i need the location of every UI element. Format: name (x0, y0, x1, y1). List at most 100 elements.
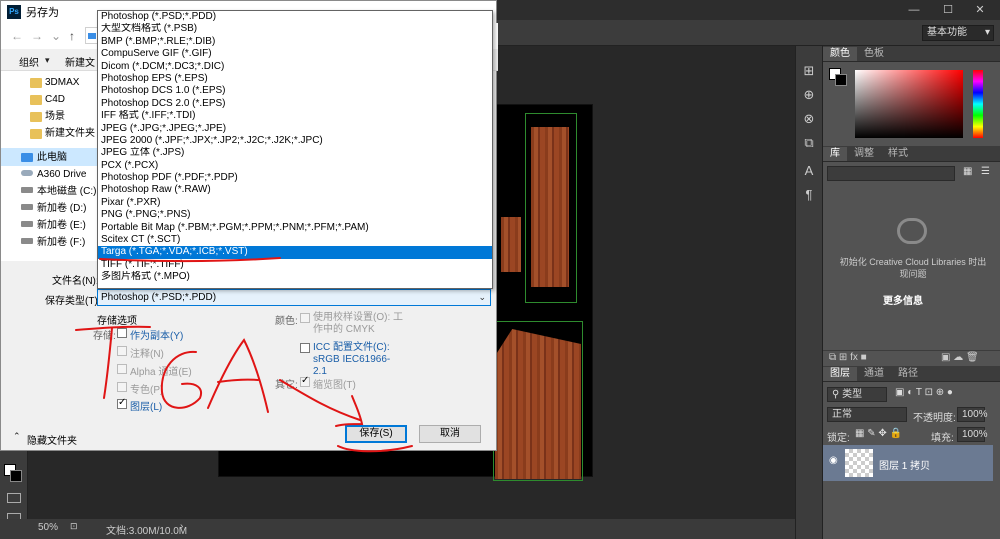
nav-item[interactable]: 新加卷 (D:) (37, 200, 86, 217)
library-upload-icon[interactable]: ▣ ☁ 🗑 (941, 352, 979, 363)
nav-item[interactable]: 3DMAX (45, 74, 79, 91)
new-folder-button[interactable]: 新建文 (65, 54, 95, 69)
minimize-icon[interactable]: — (898, 0, 930, 20)
nav-item[interactable]: 本地磁盘 (C:) (37, 183, 96, 200)
organize-menu[interactable]: 组织 (19, 54, 39, 69)
layer-filter-select[interactable]: ⚲ 类型 (827, 387, 887, 402)
nav-item[interactable]: 此电脑 (37, 149, 67, 166)
list-view-icon[interactable]: ☰ (981, 166, 990, 177)
filetype-option[interactable]: Portable Bit Map (*.PBM;*.PGM;*.PPM;*.PN… (98, 222, 492, 234)
blend-mode-select[interactable]: 正常 (827, 407, 907, 422)
up-arrow-icon[interactable]: ↑ (69, 29, 75, 43)
drive-icon (21, 204, 33, 210)
notes-checkbox[interactable] (117, 346, 127, 356)
filetype-option[interactable]: JPEG 2000 (*.JPF;*.JPX;*.JP2;*.J2C;*.J2K… (98, 135, 492, 147)
computer-icon (21, 153, 33, 162)
chevron-up-icon[interactable]: ⌃ (13, 431, 21, 442)
filetype-option[interactable]: TIFF (*.TIF;*.TIFF) (98, 259, 492, 271)
layers-label[interactable]: 图层(L) (130, 398, 162, 413)
filetype-option[interactable]: Photoshop DCS 2.0 (*.EPS) (98, 98, 492, 110)
brush-settings-icon[interactable]: ⊗ (800, 110, 818, 128)
library-select[interactable] (827, 166, 955, 181)
filetype-option[interactable]: Photoshop (*.PSD;*.PDD) (98, 11, 492, 23)
filetype-option[interactable]: CompuServe GIF (*.GIF) (98, 48, 492, 60)
chevron-down-icon[interactable]: ⌄ (51, 29, 61, 43)
icc-profile-label[interactable]: ICC 配置文件(C): sRGB IEC61966-2.1 (313, 342, 403, 378)
maximize-icon[interactable]: ☐ (932, 0, 964, 20)
nav-item[interactable]: 场景 (45, 108, 65, 125)
layers-panel: ⚲ 类型 ▣ ◐ T ⊡ ⊕ ● 正常 不透明度: 100% 锁定: ▦ ✎ ✥… (823, 383, 1000, 539)
status-arrow-icon[interactable]: › (180, 521, 183, 532)
close-icon[interactable]: ✕ (964, 0, 996, 20)
filetype-option[interactable]: PNG (*.PNG;*.PNS) (98, 209, 492, 221)
bg-color-chip[interactable] (835, 74, 847, 86)
layer-row[interactable]: ◉ 图层 1 拷贝 (823, 445, 993, 481)
tab-layers[interactable]: 图层 (823, 367, 857, 381)
background-color-swatch[interactable] (10, 470, 22, 482)
as-copy-checkbox[interactable] (117, 328, 127, 338)
status-menu-icon[interactable]: ⊡ (70, 521, 78, 532)
filetype-option[interactable]: Dicom (*.DCM;*.DC3;*.DIC) (98, 61, 492, 73)
filetype-option[interactable]: Photoshop DCS 1.0 (*.EPS) (98, 85, 492, 97)
filetype-option[interactable]: Scitex CT (*.SCT) (98, 234, 492, 246)
icc-profile-checkbox[interactable] (300, 343, 310, 353)
layers-checkbox[interactable] (117, 397, 127, 409)
filetype-option[interactable]: Pixar (*.PXR) (98, 197, 492, 209)
zoom-level[interactable]: 50% (38, 522, 58, 533)
color-field[interactable] (855, 70, 963, 138)
grid-view-icon[interactable]: ▦ (963, 166, 972, 177)
cancel-button[interactable]: 取消 (419, 425, 481, 443)
history-icon[interactable]: ⊞ (800, 62, 818, 80)
tab-paths[interactable]: 路径 (891, 367, 925, 381)
photoshop-logo-icon: Ps (7, 5, 21, 19)
filetype-option[interactable]: BMP (*.BMP;*.RLE;*.DIB) (98, 36, 492, 48)
tab-swatches[interactable]: 色板 (857, 47, 891, 61)
filetype-option[interactable]: JPEG 立体 (*.JPS) (98, 147, 492, 159)
lock-icons[interactable]: ▦ ✎ ✥ 🔒 (855, 428, 902, 439)
eye-icon[interactable]: ◉ (829, 455, 838, 466)
character-icon[interactable]: A (800, 162, 818, 180)
spot-checkbox[interactable] (117, 382, 127, 392)
tab-channels[interactable]: 通道 (857, 367, 891, 381)
filetype-option[interactable]: PCX (*.PCX) (98, 160, 492, 172)
layer-name[interactable]: 图层 1 拷贝 (879, 457, 930, 472)
nav-item[interactable]: A360 Drive (37, 166, 86, 183)
proof-setup-checkbox[interactable] (300, 313, 310, 323)
hue-slider[interactable] (973, 70, 983, 138)
nav-item[interactable]: 新加卷 (F:) (37, 234, 85, 251)
filetype-select[interactable]: Photoshop (*.PSD;*.PDD) ⌄ (97, 289, 491, 306)
more-info-link[interactable]: 更多信息 (883, 292, 923, 307)
back-arrow-icon[interactable]: ← (11, 29, 23, 43)
thumbnail-checkbox[interactable] (300, 375, 310, 387)
library-add-icon[interactable]: ⧉ ⊞ fx ■ (829, 352, 867, 363)
tab-adjustments[interactable]: 调整 (847, 147, 881, 161)
nav-item[interactable]: 新加卷 (E:) (37, 217, 86, 234)
fill-input[interactable]: 100% (957, 427, 988, 442)
alpha-checkbox[interactable] (117, 364, 127, 374)
properties-icon[interactable]: ⊕ (800, 86, 818, 104)
filetype-option[interactable]: IFF 格式 (*.IFF;*.TDI) (98, 110, 492, 122)
tab-color[interactable]: 颜色 (823, 47, 857, 61)
nav-item[interactable]: C4D (45, 91, 65, 108)
doc-info[interactable]: 文档:3.00M/10.0M (106, 522, 187, 537)
location-box[interactable] (85, 27, 97, 44)
tab-libraries[interactable]: 库 (823, 147, 847, 161)
clone-source-icon[interactable]: ⧉ (800, 134, 818, 152)
save-button[interactable]: 保存(S) (345, 425, 407, 443)
filetype-option[interactable]: 多图片格式 (*.MPO) (98, 271, 492, 283)
hide-folders-toggle[interactable]: 隐藏文件夹 (27, 432, 77, 447)
filetype-option[interactable]: Photoshop EPS (*.EPS) (98, 73, 492, 85)
filetype-option[interactable]: Targa (*.TGA;*.VDA;*.ICB;*.VST) (98, 246, 492, 259)
filetype-option[interactable]: Photoshop Raw (*.RAW) (98, 184, 492, 196)
filetype-option[interactable]: 大型文档格式 (*.PSB) (98, 23, 492, 35)
filetype-option[interactable]: JPEG (*.JPG;*.JPEG;*.JPE) (98, 123, 492, 135)
filetype-option[interactable]: Photoshop PDF (*.PDF;*.PDP) (98, 172, 492, 184)
opacity-input[interactable]: 100% (957, 407, 988, 422)
paragraph-icon[interactable]: ¶ (800, 186, 818, 204)
as-copy-label[interactable]: 作为副本(Y) (130, 327, 183, 342)
workspace-select[interactable]: 基本功能 ▾ (922, 25, 994, 41)
quick-mask-icon[interactable] (7, 493, 21, 503)
layer-filter-icons[interactable]: ▣ ◐ T ⊡ ⊕ ● (895, 387, 953, 398)
tab-styles[interactable]: 样式 (881, 147, 915, 161)
forward-arrow-icon[interactable]: → (31, 29, 43, 43)
